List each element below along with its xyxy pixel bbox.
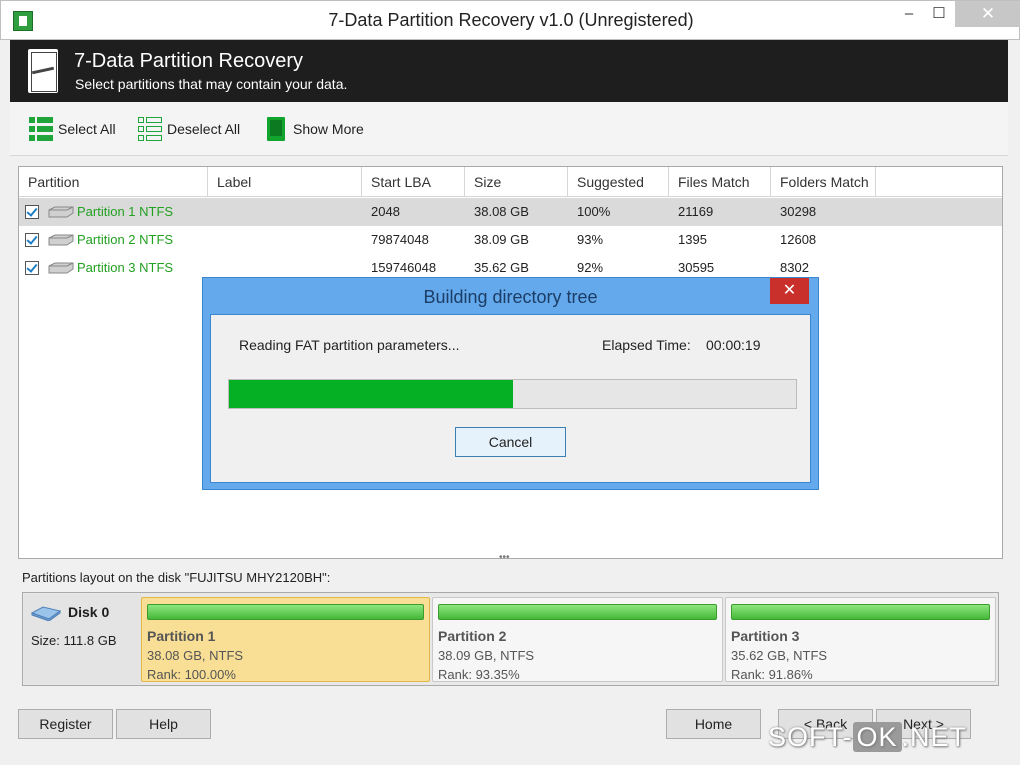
- partition-bar: [731, 604, 990, 620]
- elapsed-time-label: Elapsed Time:: [602, 337, 691, 353]
- deselect-all-button[interactable]: Deselect All: [137, 116, 240, 142]
- partition-card-info: 38.09 GB, NTFS: [438, 648, 535, 663]
- pane-splitter[interactable]: •••: [499, 552, 519, 563]
- status-text: Reading FAT partition parameters...: [239, 337, 460, 353]
- maximize-button[interactable]: ☐: [919, 1, 959, 27]
- partition-name: Partition 1 NTFS: [77, 204, 174, 219]
- dialog-body: Reading FAT partition parameters... Elap…: [210, 314, 811, 483]
- progress-bar: [228, 379, 797, 409]
- disk-icon: [31, 606, 61, 621]
- sd-card-icon: [267, 117, 285, 141]
- disk-info: Disk 0 Size: 111.8 GB: [24, 594, 141, 684]
- layout-caption: Partitions layout on the disk "FUJITSU M…: [22, 570, 331, 585]
- folders-match: 30298: [780, 204, 817, 219]
- window-title: 7-Data Partition Recovery v1.0 (Unregist…: [328, 10, 694, 30]
- column-header-folders-match[interactable]: Folders Match: [771, 167, 876, 197]
- progress-fill: [229, 380, 513, 408]
- partition-card-name: Partition 1: [147, 628, 216, 644]
- progress-dialog: Building directory tree ✕ Reading FAT pa…: [202, 277, 819, 490]
- cancel-button[interactable]: Cancel: [455, 427, 566, 457]
- header-subtitle: Select partitions that may contain your …: [75, 76, 348, 92]
- header-title: 7-Data Partition Recovery: [74, 50, 303, 72]
- select-all-label: Select All: [58, 121, 116, 137]
- start-lba: 2048: [371, 204, 400, 219]
- home-button[interactable]: Home: [666, 709, 761, 739]
- partition-card-rank: Rank: 100.00%: [147, 667, 236, 682]
- watermark-part: .NET: [901, 722, 968, 752]
- watermark-part: SOFT-: [768, 722, 853, 752]
- column-header-files-match[interactable]: Files Match: [669, 167, 771, 197]
- partition-card[interactable]: Partition 2 38.09 GB, NTFS Rank: 93.35%: [432, 597, 723, 682]
- show-more-label: Show More: [293, 121, 364, 137]
- disk-layout: Disk 0 Size: 111.8 GB Partition 1 38.08 …: [22, 592, 999, 686]
- partition-card-rank: Rank: 91.86%: [731, 667, 813, 682]
- deselect-all-label: Deselect All: [167, 121, 241, 137]
- dialog-close-button[interactable]: ✕: [770, 278, 809, 304]
- elapsed-time-value: 00:00:19: [706, 337, 761, 353]
- partition-label: [208, 226, 217, 254]
- disk-name: Disk 0: [68, 604, 110, 620]
- table-header: Partition Label Start LBA Size Suggested…: [19, 167, 1002, 197]
- toolbar: Select All Deselect All Show More: [10, 102, 1008, 156]
- column-header-start-lba[interactable]: Start LBA: [362, 167, 465, 197]
- partition-icon: [28, 49, 58, 93]
- partition-card[interactable]: Partition 1 38.08 GB, NTFS Rank: 100.00%: [141, 597, 430, 682]
- folders-match: 12608: [780, 232, 817, 247]
- partition-card-name: Partition 3: [731, 628, 800, 644]
- partition-bar: [147, 604, 424, 620]
- partition-name: Partition 2 NTFS: [77, 232, 174, 247]
- partition-card-info: 38.08 GB, NTFS: [147, 648, 244, 663]
- suggested: 100%: [577, 204, 611, 219]
- partition-label: [208, 198, 217, 226]
- deselect-all-icon: [138, 117, 162, 141]
- title-bar: 7-Data Partition Recovery v1.0 (Unregist…: [0, 0, 1020, 40]
- partition-size: 38.09 GB: [474, 232, 529, 247]
- suggested: 93%: [577, 232, 604, 247]
- show-more-button[interactable]: Show More: [263, 116, 364, 142]
- watermark: SOFT- OK .NET: [768, 722, 967, 753]
- column-header-partition[interactable]: Partition: [19, 167, 208, 197]
- register-button[interactable]: Register: [18, 709, 113, 739]
- column-header-suggested[interactable]: Suggested: [568, 167, 669, 197]
- column-header-size[interactable]: Size: [465, 167, 568, 197]
- partition-name: Partition 3 NTFS: [77, 260, 174, 275]
- select-all-icon: [29, 117, 53, 141]
- partition-bar: [438, 604, 717, 620]
- select-all-button[interactable]: Select All: [28, 116, 116, 142]
- header-banner: 7-Data Partition Recovery Select partiti…: [10, 40, 1008, 102]
- row-checkbox[interactable]: [25, 205, 39, 219]
- table-row[interactable]: Partition 2 NTFS 79874048 38.09 GB 93% 1…: [19, 226, 1002, 254]
- partition-card-name: Partition 2: [438, 628, 507, 644]
- start-lba: 79874048: [371, 232, 429, 247]
- column-header-label[interactable]: Label: [208, 167, 362, 197]
- help-button[interactable]: Help: [116, 709, 211, 739]
- partition-size: 38.08 GB: [474, 204, 529, 219]
- files-match: 21169: [678, 204, 714, 219]
- dialog-title: Building directory tree: [423, 287, 598, 307]
- table-row[interactable]: Partition 1 NTFS 2048 38.08 GB 100% 2116…: [19, 198, 1002, 226]
- row-checkbox[interactable]: [25, 261, 39, 275]
- partition-card-info: 35.62 GB, NTFS: [731, 648, 828, 663]
- disk-size: Size: 111.8 GB: [31, 633, 117, 648]
- watermark-part: OK: [852, 722, 902, 752]
- partition-card-rank: Rank: 93.35%: [438, 667, 520, 682]
- partition-card[interactable]: Partition 3 35.62 GB, NTFS Rank: 91.86%: [725, 597, 996, 682]
- close-window-button[interactable]: ✕: [955, 1, 1020, 27]
- files-match: 1395: [678, 232, 707, 247]
- row-checkbox[interactable]: [25, 233, 39, 247]
